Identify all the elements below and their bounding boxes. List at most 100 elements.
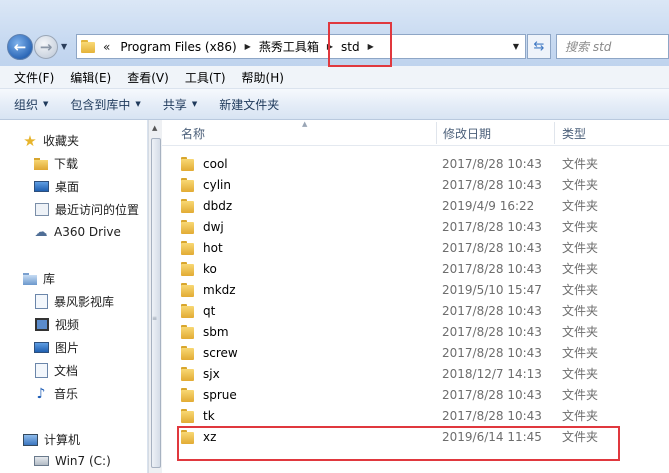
address-bar[interactable]: « Program Files (x86) ▶ 燕秀工具箱 ▶ std ▶ ▼: [76, 34, 526, 59]
file-row[interactable]: cool 2017/8/28 10:43 文件夹: [180, 153, 640, 174]
file-type: 文件夹: [562, 262, 599, 276]
recent-places-icon: [35, 203, 49, 216]
nav-label: 图片: [55, 341, 80, 355]
nav-item-storm-library[interactable]: 暴风影视库: [33, 293, 114, 310]
column-divider[interactable]: [554, 122, 555, 144]
chevron-right-icon[interactable]: ▶: [325, 42, 335, 51]
menu-edit[interactable]: 编辑(E): [62, 69, 119, 86]
column-name[interactable]: 名称: [181, 120, 205, 146]
column-date-modified[interactable]: 修改日期: [443, 120, 491, 146]
menu-help[interactable]: 帮助(H): [234, 69, 292, 86]
file-date: 2017/8/28 10:43: [442, 156, 542, 171]
back-button[interactable]: ←: [7, 34, 33, 60]
file-row[interactable]: screw 2017/8/28 10:43 文件夹: [180, 342, 640, 363]
breadcrumb-overflow[interactable]: «: [103, 40, 114, 54]
nav-scrollbar[interactable]: ▲ ≡: [148, 120, 162, 473]
chevron-right-icon[interactable]: ▶: [243, 42, 253, 51]
breadcrumb-program-files[interactable]: Program Files (x86) ▶: [114, 35, 252, 58]
breadcrumb-yanxiu[interactable]: 燕秀工具箱 ▶: [253, 35, 335, 58]
file-name: qt: [203, 303, 216, 318]
nav-item-music[interactable]: ♪ 音乐: [33, 385, 78, 402]
file-row[interactable]: sbm 2017/8/28 10:43 文件夹: [180, 321, 640, 342]
search-placeholder: 搜索 std: [565, 40, 612, 54]
nav-item-desktop[interactable]: 桌面: [33, 178, 79, 195]
file-type: 文件夹: [562, 430, 599, 444]
folder-icon: [180, 261, 196, 276]
organize-label: 组织: [14, 97, 39, 112]
folder-icon: [180, 198, 196, 213]
grip-icon: ≡: [152, 315, 158, 322]
file-row[interactable]: mkdz 2019/5/10 15:47 文件夹: [180, 279, 640, 300]
chevron-right-icon[interactable]: ▶: [366, 42, 376, 51]
file-type: 文件夹: [562, 367, 599, 381]
new-folder-button[interactable]: 新建文件夹: [219, 96, 279, 113]
folder-icon: [180, 303, 196, 318]
nav-label: 视频: [55, 318, 80, 332]
share-button[interactable]: 共享 ▼: [163, 96, 197, 113]
menu-file[interactable]: 文件(F): [6, 69, 62, 86]
forward-button[interactable]: →: [34, 35, 58, 59]
nav-item-downloads[interactable]: 下载: [33, 155, 78, 172]
file-row[interactable]: cylin 2017/8/28 10:43 文件夹: [180, 174, 640, 195]
menu-tools[interactable]: 工具(T): [177, 69, 234, 86]
scroll-up-arrow-icon[interactable]: ▲: [152, 124, 157, 132]
file-name: sbm: [203, 324, 229, 339]
address-dropdown-icon[interactable]: ▼: [513, 42, 519, 51]
command-bar: 组织 ▼ 包含到库中 ▼ 共享 ▼ 新建文件夹: [0, 89, 669, 120]
file-row[interactable]: hot 2017/8/28 10:43 文件夹: [180, 237, 640, 258]
video-icon: [35, 318, 49, 331]
computer-icon: [23, 433, 38, 446]
file-name: ko: [203, 261, 217, 276]
scrollbar-thumb[interactable]: [151, 138, 161, 468]
nav-label: 收藏夹: [43, 134, 80, 148]
file-row[interactable]: ko 2017/8/28 10:43 文件夹: [180, 258, 640, 279]
column-header-row: ▲ 名称 修改日期 类型: [162, 120, 669, 146]
picture-icon: [34, 342, 49, 353]
file-row[interactable]: sprue 2017/8/28 10:43 文件夹: [180, 384, 640, 405]
share-label: 共享: [162, 97, 187, 112]
file-row[interactable]: tk 2017/8/28 10:43 文件夹: [180, 405, 640, 426]
file-row[interactable]: qt 2017/8/28 10:43 文件夹: [180, 300, 640, 321]
nav-item-libraries[interactable]: 库: [22, 270, 55, 287]
file-name: cylin: [203, 177, 231, 192]
nav-item-win7-drive[interactable]: Win7 (C:): [33, 454, 111, 468]
navigation-pane: ★ 收藏夹 下载 桌面 最近访问的位置 ☁ A360 Drive 库 暴风影视库…: [0, 120, 148, 473]
organize-button[interactable]: 组织 ▼: [14, 96, 48, 113]
nav-item-a360[interactable]: ☁ A360 Drive: [33, 224, 121, 240]
file-name: tk: [203, 408, 215, 423]
nav-item-recent[interactable]: 最近访问的位置: [33, 201, 139, 218]
forward-arrow-icon: →: [39, 38, 53, 56]
file-row[interactable]: sjx 2018/12/7 14:13 文件夹: [180, 363, 640, 384]
breadcrumb-label: std: [341, 39, 360, 54]
file-date: 2019/4/9 16:22: [442, 198, 535, 213]
nav-item-pictures[interactable]: 图片: [33, 339, 79, 356]
address-toolbar: ← → ▼ « Program Files (x86) ▶ 燕秀工具箱 ▶ st…: [0, 0, 669, 66]
folder-icon: [81, 40, 97, 53]
nav-item-videos[interactable]: 视频: [33, 316, 79, 333]
file-row[interactable]: dbdz 2019/4/9 16:22 文件夹: [180, 195, 640, 216]
file-date: 2017/8/28 10:43: [442, 240, 542, 255]
refresh-button[interactable]: ⇆: [527, 34, 551, 59]
media-library-icon: [35, 294, 48, 309]
nav-label: Win7 (C:): [55, 454, 111, 468]
nav-item-favorites[interactable]: ★ 收藏夹: [22, 132, 80, 150]
file-name: hot: [203, 240, 223, 255]
menu-bar: 文件(F) 编辑(E) 查看(V) 工具(T) 帮助(H): [0, 66, 669, 89]
file-type: 文件夹: [562, 304, 599, 318]
nav-item-computer[interactable]: 计算机: [22, 431, 80, 448]
nav-label: 库: [43, 272, 56, 286]
nav-item-documents[interactable]: 文档: [33, 362, 78, 379]
breadcrumb-std[interactable]: std ▶: [335, 35, 376, 58]
column-divider[interactable]: [436, 122, 437, 144]
column-type[interactable]: 类型: [562, 120, 586, 146]
file-row[interactable]: dwj 2017/8/28 10:43 文件夹: [180, 216, 640, 237]
nav-label: 音乐: [54, 387, 79, 401]
recent-pages-dropdown-icon[interactable]: ▼: [61, 42, 67, 51]
nav-label: 暴风影视库: [54, 295, 115, 309]
nav-label: 桌面: [55, 180, 80, 194]
menu-view[interactable]: 查看(V): [119, 69, 177, 86]
search-input[interactable]: 搜索 std: [556, 34, 669, 59]
include-in-library-button[interactable]: 包含到库中 ▼: [70, 96, 140, 113]
file-row[interactable]: xz 2019/6/14 11:45 文件夹: [180, 426, 640, 447]
music-note-icon: ♪: [36, 385, 46, 402]
